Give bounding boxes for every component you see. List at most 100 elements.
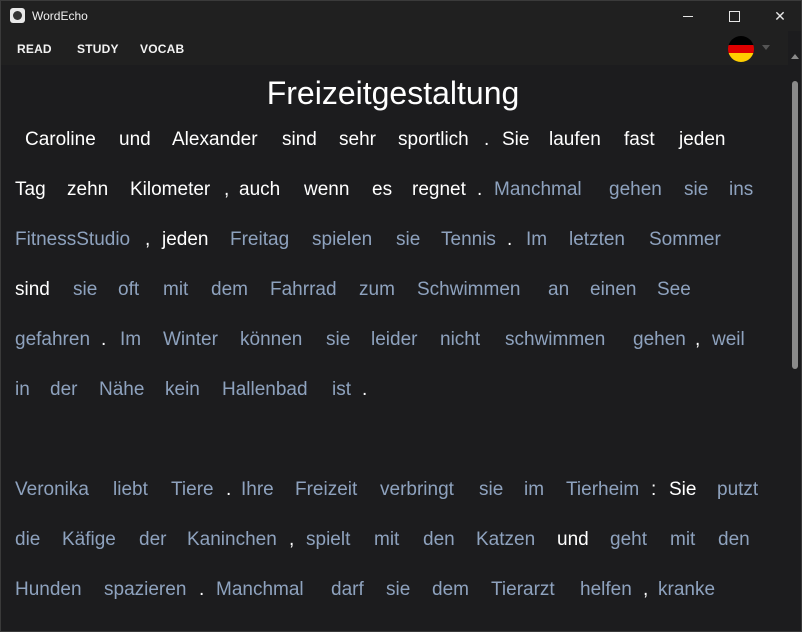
word-token[interactable]: mit	[374, 528, 399, 552]
word-token[interactable]: und	[557, 528, 589, 552]
word-token[interactable]: auch	[239, 178, 280, 202]
word-token[interactable]: .	[362, 378, 367, 402]
language-dropdown-icon[interactable]	[762, 45, 770, 50]
word-token[interactable]: sie	[326, 328, 350, 352]
word-token[interactable]: letzten	[569, 228, 625, 252]
word-token[interactable]: zehn	[67, 178, 108, 202]
word-token[interactable]: Hunden	[15, 578, 82, 602]
word-token[interactable]: einen	[590, 278, 637, 302]
word-token[interactable]: Fahrrad	[270, 278, 337, 302]
word-token[interactable]: darf	[331, 578, 364, 602]
word-token[interactable]: verbringt	[380, 478, 454, 502]
word-token[interactable]: Käfige	[62, 528, 116, 552]
word-token[interactable]: Nähe	[99, 378, 144, 402]
word-token[interactable]: Freizeit	[295, 478, 357, 502]
word-token[interactable]: .	[484, 128, 489, 152]
word-token[interactable]: ,	[224, 178, 229, 202]
word-token[interactable]: ,	[289, 528, 294, 552]
word-token[interactable]: oft	[118, 278, 139, 302]
word-token[interactable]: gehen	[609, 178, 662, 202]
word-token[interactable]: ,	[695, 328, 700, 352]
word-token[interactable]: Kilometer	[130, 178, 210, 202]
word-token[interactable]: spielt	[306, 528, 350, 552]
word-token[interactable]: Alexander	[172, 128, 258, 152]
word-token[interactable]: ,	[145, 228, 150, 252]
word-token[interactable]: der	[50, 378, 77, 402]
word-token[interactable]: Sommer	[649, 228, 721, 252]
word-token[interactable]: helfen	[580, 578, 632, 602]
word-token[interactable]: wenn	[304, 178, 349, 202]
word-token[interactable]: Winter	[163, 328, 218, 352]
word-token[interactable]: Sie	[669, 478, 696, 502]
scrollbar-thumb[interactable]	[792, 81, 798, 369]
word-token[interactable]: dem	[211, 278, 248, 302]
word-token[interactable]: ins	[729, 178, 753, 202]
word-token[interactable]: gehen	[633, 328, 686, 352]
menu-study[interactable]: STUDY	[77, 42, 119, 56]
word-token[interactable]: sind	[282, 128, 317, 152]
word-token[interactable]: Tiere	[171, 478, 214, 502]
word-token[interactable]: sie	[73, 278, 97, 302]
word-token[interactable]: in	[15, 378, 30, 402]
word-token[interactable]: weil	[712, 328, 745, 352]
word-token[interactable]: FitnessStudio	[15, 228, 130, 252]
word-token[interactable]: Schwimmen	[417, 278, 520, 302]
word-token[interactable]: liebt	[113, 478, 148, 502]
word-token[interactable]: .	[507, 228, 512, 252]
word-token[interactable]: Tag	[15, 178, 46, 202]
minimize-button[interactable]	[665, 1, 711, 31]
word-token[interactable]: Caroline	[25, 128, 96, 152]
word-token[interactable]: dem	[432, 578, 469, 602]
word-token[interactable]: sie	[479, 478, 503, 502]
word-token[interactable]: der	[139, 528, 166, 552]
word-token[interactable]: ,	[643, 578, 648, 602]
word-token[interactable]: jeden	[679, 128, 726, 152]
word-token[interactable]: und	[119, 128, 151, 152]
word-token[interactable]: kranke	[658, 578, 715, 602]
word-token[interactable]: an	[548, 278, 569, 302]
close-button[interactable]: ✕	[757, 1, 801, 31]
word-token[interactable]: sie	[396, 228, 420, 252]
word-token[interactable]: zum	[359, 278, 395, 302]
germany-flag-icon[interactable]	[728, 36, 754, 62]
word-token[interactable]: Tennis	[441, 228, 496, 252]
word-token[interactable]: gefahren	[15, 328, 90, 352]
word-token[interactable]: den	[718, 528, 750, 552]
word-token[interactable]: schwimmen	[505, 328, 605, 352]
word-token[interactable]: Tierarzt	[491, 578, 555, 602]
word-token[interactable]: Im	[120, 328, 141, 352]
scroll-up-icon[interactable]	[791, 54, 799, 59]
word-token[interactable]: sie	[684, 178, 708, 202]
word-token[interactable]: regnet	[412, 178, 466, 202]
maximize-button[interactable]	[711, 1, 757, 31]
vertical-scrollbar[interactable]	[788, 31, 801, 631]
word-token[interactable]: .	[101, 328, 106, 352]
word-token[interactable]: spielen	[312, 228, 372, 252]
word-token[interactable]: sehr	[339, 128, 376, 152]
word-token[interactable]: nicht	[440, 328, 480, 352]
word-token[interactable]: .	[226, 478, 231, 502]
word-token[interactable]: fast	[624, 128, 655, 152]
word-token[interactable]: laufen	[549, 128, 601, 152]
word-token[interactable]: Ihre	[241, 478, 274, 502]
word-token[interactable]: Tierheim	[566, 478, 639, 502]
word-token[interactable]: .	[199, 578, 204, 602]
word-token[interactable]: den	[423, 528, 455, 552]
word-token[interactable]: leider	[371, 328, 417, 352]
word-token[interactable]: .	[477, 178, 482, 202]
word-token[interactable]: Sie	[502, 128, 529, 152]
word-token[interactable]: sie	[386, 578, 410, 602]
word-token[interactable]: mit	[670, 528, 695, 552]
word-token[interactable]: kein	[165, 378, 200, 402]
word-token[interactable]: spazieren	[104, 578, 186, 602]
word-token[interactable]: geht	[610, 528, 647, 552]
menu-vocab[interactable]: VOCAB	[140, 42, 184, 56]
word-token[interactable]: sind	[15, 278, 50, 302]
word-token[interactable]: Im	[526, 228, 547, 252]
word-token[interactable]: können	[240, 328, 302, 352]
word-token[interactable]: Kaninchen	[187, 528, 277, 552]
word-token[interactable]: jeden	[162, 228, 209, 252]
word-token[interactable]: die	[15, 528, 40, 552]
word-token[interactable]: :	[651, 478, 656, 502]
word-token[interactable]: ist	[332, 378, 351, 402]
